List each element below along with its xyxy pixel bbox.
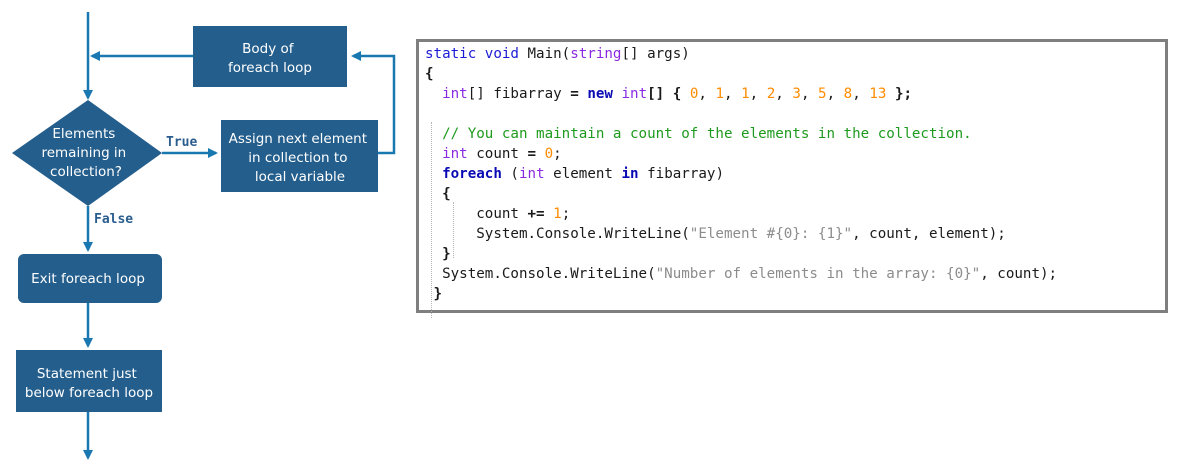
code-token: 1 [741,86,750,102]
node-statement-line-2: below foreach loop [25,385,153,401]
code-token: int [442,86,468,102]
edge-label-false: False [94,212,133,227]
svg-text:Elements remaining in: Elements remaining in collection? [41,126,130,180]
code-line: int[] fibarray = new int[] { 0, 1, 1, 2,… [425,84,1057,104]
node-statement-below: Statement just below foreach loop [16,350,162,412]
code-line: System.Console.WriteLine("Element #{0}: … [425,224,1057,244]
node-exit-foreach: Exit foreach loop [18,254,162,303]
code-token: int [518,166,545,182]
code-token: , [775,86,793,102]
code-token: count [425,206,528,222]
node-assign-line-2: in collection to [248,150,347,166]
code-token: 3 [792,86,801,102]
code-token: fibarray) [638,166,724,182]
code-line: } [425,284,1057,304]
code-token: } [433,286,443,302]
code-token: "Number of elements in the array: {0}" [655,266,981,282]
edge-label-true: True [166,135,197,150]
code-token: }; [886,86,913,102]
code-token: static void [425,46,528,62]
code-token: { [442,186,451,202]
code-line: } [425,244,1057,264]
node-assign-line-3: local variable [255,169,345,185]
code-token: [] { [647,86,690,102]
code-token: += [527,206,545,222]
code-token: = [527,146,537,162]
code-line: static void Main(string[] args) [425,44,1057,64]
node-condition-diamond: Elements remaining in collection? [12,100,162,206]
code-token: int [442,146,468,162]
code-token: ; [561,206,571,222]
code-token: System.Console.WriteLine( [425,266,656,282]
code-line: { [425,64,1057,84]
code-token: = [570,86,588,102]
code-token: , [852,86,870,102]
code-token: // You can maintain a count of the eleme… [442,126,972,142]
code-token: , [826,86,844,102]
node-assign-next-element: Assign next element in collection to loc… [221,120,378,192]
code-token: System.Console.WriteLine( [425,226,690,242]
code-token: "Element #{0}: {1}" [689,226,853,242]
code-token: , [724,86,742,102]
node-statement-line-1: Statement just [37,366,137,382]
node-exit-line-1: Exit foreach loop [31,271,145,287]
code-token: 0 [544,146,554,162]
code-token: 1 [553,206,562,222]
code-token: 1 [715,86,725,102]
code-token: string [570,46,622,62]
code-token: Main( [527,46,571,62]
code-line: { [425,184,1057,204]
code-line: System.Console.WriteLine("Number of elem… [425,264,1057,284]
node-condition-line-1: Elements [52,126,115,142]
code-panel: static void Main(string[] args){ int[] f… [416,39,1168,318]
code-token: new [587,86,622,102]
node-condition-line-3: collection? [50,164,122,180]
node-body-line-1: Body of [242,41,295,57]
code-token: int [621,86,648,102]
node-assign-line-1: Assign next element [229,131,367,147]
code-token: ( [501,166,519,182]
code-token: count [467,146,528,162]
svg-text:Exit foreach loop: Exit foreach loop [31,271,145,287]
code-token: foreach [442,166,502,182]
code-token: ; [553,146,562,162]
code-token: , [698,86,716,102]
node-body-of-foreach: Body of foreach loop [193,26,347,87]
code-token: , count); [980,266,1058,282]
node-condition-line-2: remaining in [41,145,126,161]
code-token: [] fibarray [467,86,571,102]
code-line: // You can maintain a count of the eleme… [425,124,1057,144]
code-line: count += 1; [425,204,1057,224]
code-token: , count, element); [852,226,1006,242]
code-block: static void Main(string[] args){ int[] f… [425,44,1057,304]
code-token: 2 [766,86,776,102]
node-body-line-2: foreach loop [228,60,312,76]
code-token: , [749,86,767,102]
foreach-flowchart: Body of foreach loop Elements remaining … [12,12,396,460]
code-line: foreach (int element in fibarray) [425,164,1057,184]
code-token: 13 [869,86,887,102]
code-token: 5 [818,86,827,102]
code-token: 8 [843,86,853,102]
code-token: } [442,246,451,262]
code-token: { [425,66,434,82]
code-token: in [621,166,639,182]
code-line: int count = 0; [425,144,1057,164]
code-token: , [800,86,819,102]
code-token: element [544,166,622,182]
code-token: [] args) [621,46,690,62]
